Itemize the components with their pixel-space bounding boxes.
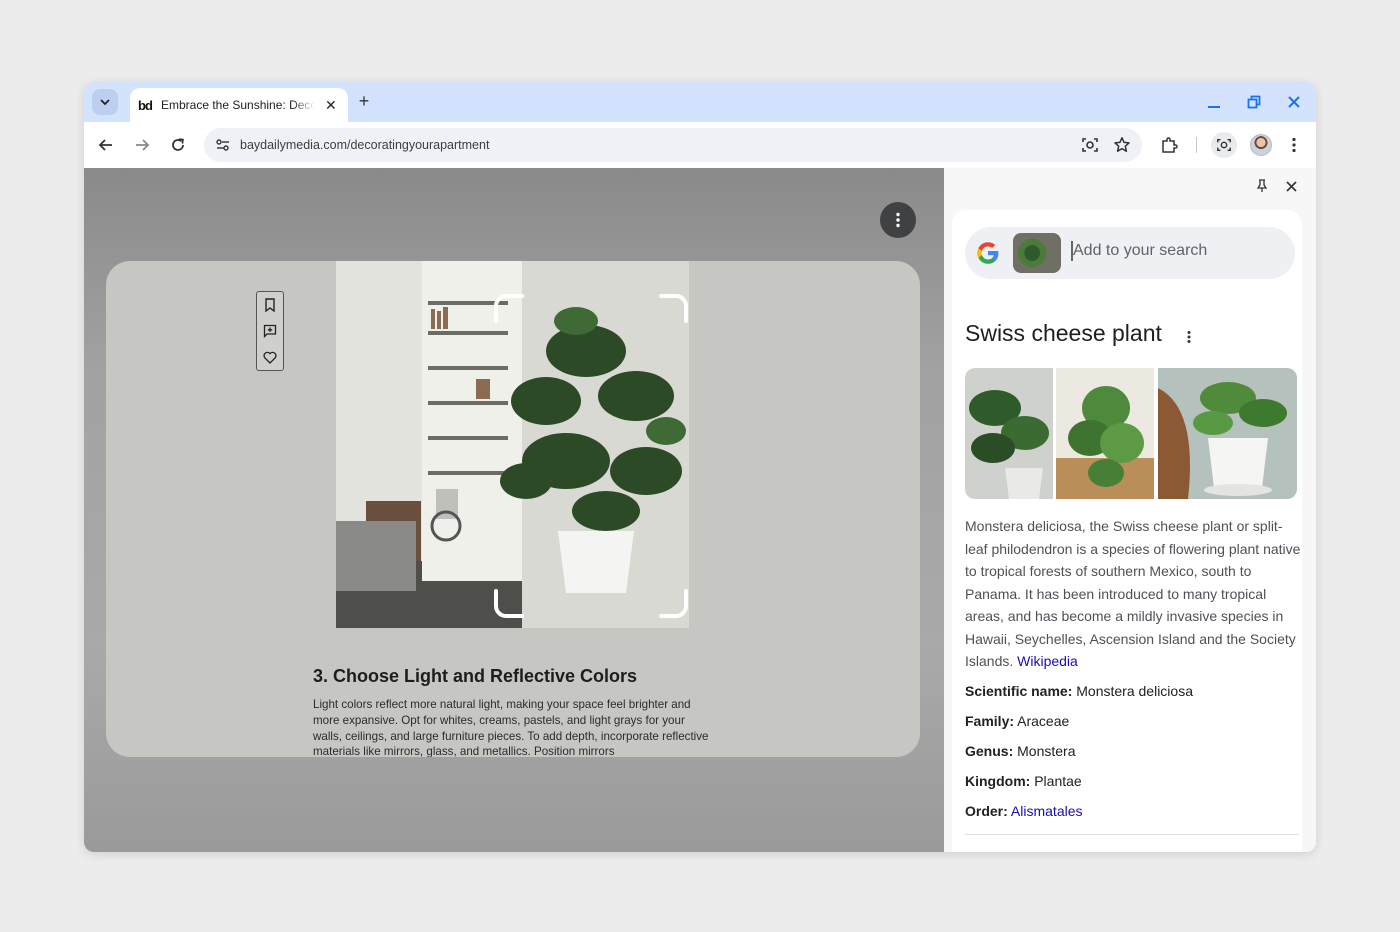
close-icon (1285, 180, 1297, 192)
bookmark-icon (265, 298, 275, 312)
google-lens-toolbar-button[interactable] (1211, 132, 1237, 158)
forward-button[interactable] (131, 134, 153, 156)
close-icon (1288, 96, 1300, 108)
fact-family: Family: Araceae (965, 713, 1069, 729)
close-panel-button[interactable] (1281, 176, 1301, 196)
bookmark-star-icon (1114, 137, 1130, 152)
page-menu-button[interactable] (880, 202, 916, 238)
fact-value: Monstera deliciosa (1076, 683, 1193, 699)
browser-menu-button[interactable] (1283, 134, 1305, 156)
article-heading: 3. Choose Light and Reflective Colors (313, 666, 638, 686)
article-photo[interactable] (336, 261, 689, 628)
fact-scientific-name: Scientific name: Monstera deliciosa (965, 683, 1193, 699)
fact-label: Genus: (965, 743, 1014, 759)
comment-button[interactable] (257, 318, 283, 344)
tab-active[interactable]: bd Embrace the Sunshine: Decorating your… (130, 88, 348, 122)
fact-label: Order: (965, 803, 1008, 819)
page-content: 3. Choose Light and Reflective Colors Li… (84, 168, 944, 852)
article-card: 3. Choose Light and Reflective Colors Li… (106, 261, 920, 757)
chevron-down-icon (100, 99, 110, 106)
result-more-button[interactable] (1184, 328, 1194, 346)
fact-label: Kingdom: (965, 773, 1031, 789)
minimize-button[interactable] (1204, 92, 1224, 112)
url-text[interactable]: baydailymedia.com/decoratingyourapartmen… (240, 138, 489, 152)
result-image-1[interactable] (965, 368, 1053, 499)
tab-title: Embrace the Sunshine: Decorating your ap… (161, 98, 315, 112)
result-image-3[interactable] (1158, 368, 1297, 499)
lens-results-card: Add to your search Swiss cheese plant Mo… (952, 210, 1302, 852)
extensions-button[interactable] (1158, 134, 1180, 156)
result-images (965, 368, 1297, 499)
profile-avatar[interactable] (1250, 134, 1272, 156)
fact-value: Plantae (1034, 773, 1082, 789)
back-button[interactable] (95, 134, 117, 156)
like-button[interactable] (257, 344, 283, 370)
address-bar[interactable]: baydailymedia.com/decoratingyourapartmen… (204, 128, 1142, 162)
save-article-button[interactable] (257, 292, 283, 318)
more-vert-icon (1292, 137, 1296, 153)
fact-value: Araceae (1017, 713, 1070, 729)
divider (965, 834, 1299, 835)
lens-button[interactable] (1080, 135, 1100, 155)
search-input-placeholder[interactable]: Add to your search (1073, 242, 1207, 260)
result-description: Monstera deliciosa, the Swiss cheese pla… (965, 515, 1305, 673)
lens-search-box[interactable]: Add to your search (965, 227, 1295, 279)
selected-image-thumbnail[interactable] (1013, 233, 1061, 273)
lens-side-panel: Add to your search Swiss cheese plant Mo… (944, 168, 1316, 852)
fact-value: Monstera (1017, 743, 1076, 759)
fact-kingdom: Kingdom: Plantae (965, 773, 1082, 789)
add-comment-icon (263, 324, 277, 338)
order-link[interactable]: Alismatales (1011, 803, 1083, 819)
reload-button[interactable] (167, 134, 189, 156)
fact-label: Scientific name: (965, 683, 1073, 699)
extensions-icon (1162, 137, 1178, 153)
heart-icon (263, 351, 277, 364)
browser-window: bd Embrace the Sunshine: Decorating your… (84, 82, 1316, 852)
site-favicon: bd (138, 97, 153, 113)
restore-button[interactable] (1244, 92, 1264, 112)
bookmark-star-button[interactable] (1112, 135, 1132, 155)
description-text: Monstera deliciosa, the Swiss cheese pla… (965, 518, 1301, 669)
site-settings-icon (216, 139, 229, 151)
toolbar: baydailymedia.com/decoratingyourapartmen… (84, 122, 1316, 168)
site-settings-button[interactable] (214, 136, 232, 154)
pin-panel-button[interactable] (1252, 176, 1272, 196)
minimize-icon (1208, 106, 1220, 108)
fact-label: Family: (965, 713, 1015, 729)
back-icon (98, 139, 112, 151)
new-tab-button[interactable]: + (354, 91, 374, 111)
tab-close-icon[interactable]: ✕ (325, 97, 337, 114)
restore-icon (1247, 95, 1261, 109)
tab-search-button[interactable] (92, 89, 118, 115)
toolbar-divider (1196, 137, 1197, 153)
article-body: Light colors reflect more natural light,… (313, 698, 709, 757)
article-tools (256, 291, 284, 371)
tab-strip: bd Embrace the Sunshine: Decorating your… (84, 82, 1316, 122)
lens-icon (1082, 138, 1098, 152)
fact-genus: Genus: Monstera (965, 743, 1075, 759)
more-vert-icon (1187, 331, 1191, 343)
monstera-room-illustration (336, 261, 689, 628)
forward-icon (136, 139, 150, 151)
result-image-2[interactable] (1056, 368, 1154, 499)
lens-icon (1217, 138, 1231, 152)
close-window-button[interactable] (1284, 92, 1304, 112)
fact-order: Order: Alismatales (965, 803, 1083, 819)
pin-icon (1256, 179, 1268, 192)
wikipedia-link[interactable]: Wikipedia (1017, 653, 1078, 669)
more-vert-icon (896, 212, 900, 228)
reload-icon (172, 138, 184, 151)
google-logo (977, 242, 999, 264)
result-title: Swiss cheese plant (965, 320, 1162, 346)
